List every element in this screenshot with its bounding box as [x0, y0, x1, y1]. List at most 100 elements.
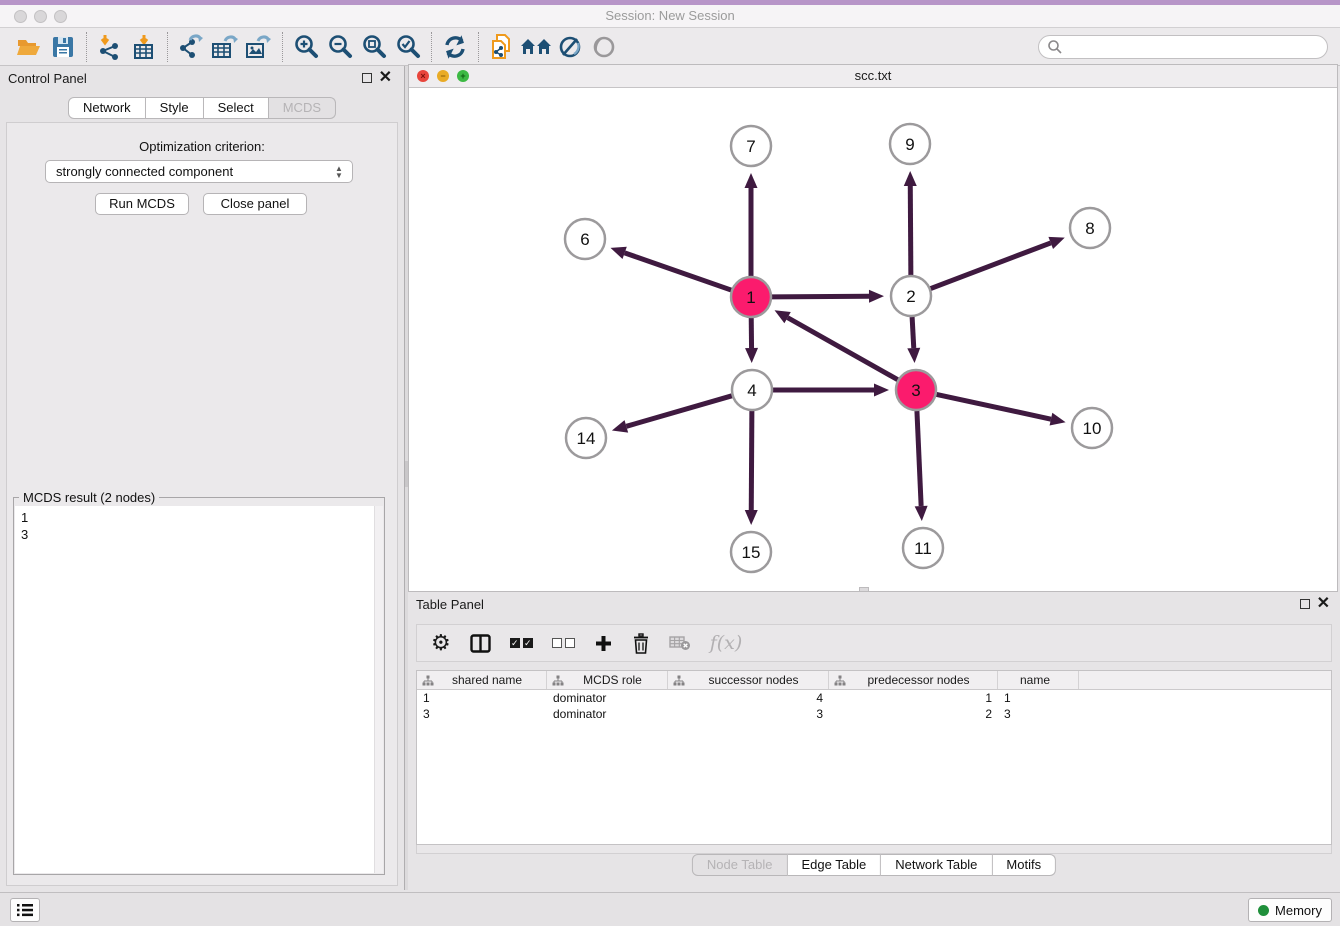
deselect-all-checkboxes-icon[interactable] [552, 638, 575, 648]
optimization-criterion-dropdown[interactable]: strongly connected component ▲▼ [45, 160, 353, 183]
close-table-panel-icon[interactable]: ✕ [1317, 595, 1330, 613]
delete-table-icon[interactable] [669, 636, 691, 651]
close-network-button[interactable]: × [417, 70, 429, 82]
graph-edge-3-10[interactable] [937, 394, 1051, 419]
graph-edge-2-9[interactable] [910, 186, 911, 275]
tab-style[interactable]: Style [146, 97, 204, 119]
cell-name[interactable]: 1 [998, 690, 1079, 706]
network-window-titlebar[interactable]: × − + scc.txt [409, 65, 1337, 88]
tab-motifs[interactable]: Motifs [992, 854, 1056, 876]
cell-predecessor-nodes[interactable]: 1 [829, 690, 998, 706]
mcds-result-title: MCDS result (2 nodes) [19, 490, 159, 505]
table-settings-gear-icon[interactable]: ⚙ [431, 633, 451, 653]
mcds-result-textarea[interactable]: 1 3 [15, 506, 383, 873]
vizmapper-icon [557, 34, 583, 60]
graph-node-label: 14 [577, 429, 596, 448]
export-table-button[interactable] [208, 32, 242, 62]
table-row[interactable]: 3 dominator 3 2 3 [417, 706, 1331, 722]
cell-name[interactable]: 3 [998, 706, 1079, 722]
hide-selected-button[interactable] [587, 32, 621, 62]
zoom-window-button[interactable] [54, 10, 67, 23]
column-header-name[interactable]: name [998, 671, 1079, 689]
node-table: shared name MCDS role successor nodes pr… [416, 670, 1332, 845]
run-mcds-button[interactable]: Run MCDS [95, 193, 189, 215]
graph-edge-4-15[interactable] [751, 411, 752, 510]
control-panel-tabs: Network Style Select MCDS [68, 97, 336, 119]
import-table-button[interactable] [127, 32, 161, 62]
graph-edge-arrow [745, 173, 758, 188]
result-line: 1 [21, 509, 377, 526]
network-canvas[interactable]: 7968124314101511 [409, 88, 1337, 591]
zoom-selected-button[interactable] [391, 32, 425, 62]
graph-node-label: 9 [905, 135, 914, 154]
column-header-predecessor-nodes[interactable]: predecessor nodes [829, 671, 998, 689]
clone-network-button[interactable] [485, 32, 519, 62]
close-window-button[interactable] [14, 10, 27, 23]
export-network-button[interactable] [174, 32, 208, 62]
tab-node-table[interactable]: Node Table [692, 854, 788, 876]
graph-edge-4-14[interactable] [626, 396, 731, 427]
search-input[interactable] [1063, 37, 1327, 57]
export-image-button[interactable] [242, 32, 276, 62]
cell-shared-name[interactable]: 1 [417, 690, 547, 706]
zoom-in-button[interactable] [289, 32, 323, 62]
zoom-out-button[interactable] [323, 32, 357, 62]
save-session-button[interactable] [46, 32, 80, 62]
open-session-button[interactable] [12, 32, 46, 62]
dropdown-value: strongly connected component [56, 164, 233, 179]
minimize-window-button[interactable] [34, 10, 47, 23]
column-header-mcds-role[interactable]: MCDS role [547, 671, 668, 689]
zoom-selected-icon [395, 34, 421, 60]
float-table-panel-icon[interactable] [1300, 599, 1310, 609]
tab-select[interactable]: Select [204, 97, 269, 119]
close-panel-button[interactable]: Close panel [203, 193, 307, 215]
import-network-button[interactable] [93, 32, 127, 62]
first-neighbors-button[interactable] [519, 32, 553, 62]
export-image-icon [245, 34, 273, 60]
float-panel-icon[interactable] [362, 73, 372, 83]
task-history-button[interactable] [10, 898, 40, 922]
graph-edge-2-3[interactable] [912, 317, 914, 348]
graph-node-label: 10 [1083, 419, 1102, 438]
close-panel-icon[interactable]: ✕ [379, 69, 392, 87]
column-header-successor-nodes[interactable]: successor nodes [668, 671, 829, 689]
cell-shared-name[interactable]: 3 [417, 706, 547, 722]
graph-edge-3-1[interactable] [788, 318, 898, 380]
tab-network[interactable]: Network [68, 97, 146, 119]
cell-successor-nodes[interactable]: 4 [668, 690, 829, 706]
memory-label: Memory [1275, 903, 1322, 918]
memory-status-dot-icon [1258, 905, 1269, 916]
cell-mcds-role[interactable]: dominator [547, 706, 668, 722]
refresh-button[interactable] [438, 32, 472, 62]
cell-predecessor-nodes[interactable]: 2 [829, 706, 998, 722]
graph-node-label: 11 [914, 539, 932, 558]
graph-edge-1-2[interactable] [772, 296, 869, 297]
result-scrollbar[interactable] [374, 506, 383, 873]
vizmapper-button[interactable] [553, 32, 587, 62]
apply-function-icon[interactable]: f(x) [710, 632, 743, 654]
zoom-fit-icon [361, 34, 387, 60]
tab-network-table[interactable]: Network Table [881, 854, 992, 876]
column-header-shared-name[interactable]: shared name [417, 671, 547, 689]
cell-successor-nodes[interactable]: 3 [668, 706, 829, 722]
graph-edge-arrow [745, 510, 758, 525]
graph-edge-3-11[interactable] [917, 411, 921, 506]
zoom-fit-button[interactable] [357, 32, 391, 62]
show-columns-icon[interactable] [470, 634, 491, 653]
minimize-network-button[interactable]: − [437, 70, 449, 82]
tab-edge-table[interactable]: Edge Table [787, 854, 881, 876]
cell-mcds-role[interactable]: dominator [547, 690, 668, 706]
graph-edge-2-8[interactable] [931, 243, 1051, 289]
memory-button[interactable]: Memory [1248, 898, 1332, 922]
maximize-network-button[interactable]: + [457, 70, 469, 82]
graph-edge-1-6[interactable] [625, 253, 732, 290]
graph-node-label: 6 [580, 230, 589, 249]
network-graph[interactable]: 7968124314101511 [409, 88, 1337, 591]
add-column-icon[interactable] [594, 634, 613, 653]
table-row[interactable]: 1 dominator 4 1 1 [417, 690, 1331, 706]
table-toolbar: ⚙ ✓✓ f(x) [416, 624, 1332, 662]
select-all-checkboxes-icon[interactable]: ✓✓ [510, 638, 533, 648]
tab-mcds[interactable]: MCDS [269, 97, 336, 119]
search-field[interactable] [1038, 35, 1328, 59]
delete-column-icon[interactable] [632, 633, 650, 654]
